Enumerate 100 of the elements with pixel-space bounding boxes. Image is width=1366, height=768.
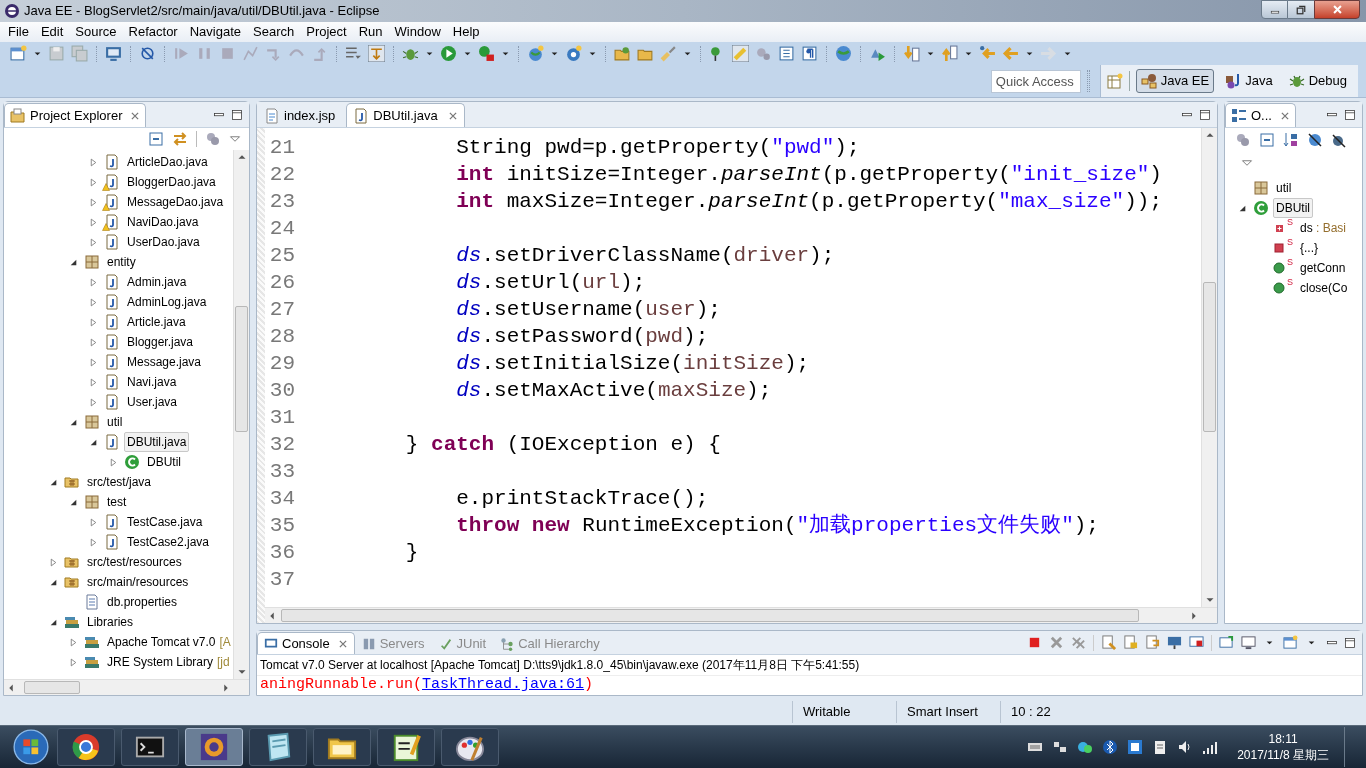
menu-item[interactable]: Window xyxy=(388,22,447,42)
globe-icon[interactable] xyxy=(835,45,852,62)
menu-item[interactable]: Navigate xyxy=(183,22,247,42)
close-button[interactable] xyxy=(1314,0,1360,19)
expand-arrow-icon[interactable] xyxy=(89,357,98,367)
expand-arrow-icon[interactable] xyxy=(89,537,98,547)
taskbar-app[interactable] xyxy=(57,728,115,766)
close-icon[interactable] xyxy=(1279,110,1290,121)
tree-item[interactable]: DBUtil.java xyxy=(124,432,190,452)
tree-item[interactable]: src/test/java xyxy=(84,472,155,492)
caret-icon[interactable] xyxy=(1025,49,1034,58)
caret-icon[interactable] xyxy=(926,49,935,58)
collapse-all-icon[interactable] xyxy=(148,131,164,147)
view-tab[interactable]: Console xyxy=(257,632,355,654)
scroll-thumb[interactable] xyxy=(1203,282,1216,432)
tree-item[interactable]: Message.java xyxy=(124,352,205,372)
globe-add-icon[interactable] xyxy=(527,45,544,62)
remove-icon[interactable] xyxy=(1049,635,1064,650)
taskbar-app[interactable] xyxy=(249,728,307,766)
expand-arrow-icon[interactable] xyxy=(69,657,78,667)
tree-item[interactable]: src/main/resources xyxy=(84,572,192,592)
tree-item[interactable]: {...} xyxy=(1297,238,1322,258)
bluetooth-icon[interactable] xyxy=(1102,739,1119,755)
close-icon[interactable] xyxy=(447,110,458,121)
tree-item[interactable]: Article.java xyxy=(124,312,189,332)
view-tab[interactable]: Project Explorer xyxy=(4,103,147,127)
tree-item[interactable]: db.properties xyxy=(104,592,181,612)
scroll-thumb[interactable] xyxy=(24,681,80,694)
scroll-thumb[interactable] xyxy=(235,306,248,432)
sort-icon[interactable] xyxy=(1283,132,1299,148)
expand-arrow-icon[interactable] xyxy=(69,637,78,647)
tree-item[interactable]: ArticleDao.java xyxy=(124,152,211,172)
toggle-icon[interactable] xyxy=(368,45,385,62)
open-perspective-icon[interactable] xyxy=(1106,73,1123,89)
collapse-all-icon[interactable] xyxy=(1259,132,1275,148)
maximize-icon[interactable] xyxy=(231,108,243,121)
view-tab[interactable]: O... xyxy=(1225,103,1296,127)
maximize-icon[interactable] xyxy=(1344,636,1356,649)
tree-item[interactable]: Admin.java xyxy=(124,272,190,292)
caret-icon[interactable] xyxy=(1265,638,1274,647)
run-icon[interactable] xyxy=(440,45,457,62)
tree-item[interactable]: entity xyxy=(104,252,139,272)
expand-arrow-icon[interactable] xyxy=(89,377,98,387)
expand-arrow-icon[interactable] xyxy=(109,457,118,467)
unlink-icon[interactable] xyxy=(139,45,156,62)
maximize-icon[interactable] xyxy=(1199,108,1211,121)
expand-arrow-icon[interactable] xyxy=(89,337,98,347)
perspective-button[interactable]: Java xyxy=(1220,69,1278,93)
tree-item[interactable]: AdminLog.java xyxy=(124,292,210,312)
display-console-icon[interactable] xyxy=(1189,635,1204,650)
caret-icon[interactable] xyxy=(463,49,472,58)
tree-item[interactable]: Apache Tomcat v7.0 xyxy=(104,632,219,652)
monitor-icon[interactable] xyxy=(1241,635,1256,650)
scroll-thumb[interactable] xyxy=(281,609,1139,622)
terminate-icon[interactable] xyxy=(1027,635,1042,650)
remove-all-icon[interactable] xyxy=(1071,635,1086,650)
expand-arrow-icon[interactable] xyxy=(89,237,98,247)
expand-arrow-icon[interactable] xyxy=(49,557,58,567)
tree-item[interactable]: TestCase2.java xyxy=(124,532,213,552)
caret-icon[interactable] xyxy=(550,49,559,58)
expand-arrow-icon[interactable] xyxy=(89,177,98,187)
clock-date[interactable]: 2017/11/8 星期三 xyxy=(1237,747,1329,763)
run-server-icon[interactable] xyxy=(478,45,495,62)
close-icon[interactable] xyxy=(130,110,141,121)
tree-item[interactable]: util xyxy=(1273,178,1295,198)
tree-item[interactable]: UserDao.java xyxy=(124,232,203,252)
restore-button[interactable] xyxy=(1288,0,1314,19)
perspective-button[interactable]: Java EE xyxy=(1135,69,1215,93)
expand-arrow-icon[interactable] xyxy=(89,297,98,307)
clear-console-icon[interactable] xyxy=(1101,635,1116,650)
scrollbar[interactable] xyxy=(265,607,1217,623)
taskbar-app[interactable] xyxy=(121,728,179,766)
tree-item[interactable]: ds : Basi xyxy=(1297,218,1350,238)
tree-item[interactable]: close(Co xyxy=(1297,278,1351,298)
menu-item[interactable]: Search xyxy=(247,22,301,42)
tree-item[interactable]: DBUtil xyxy=(144,452,184,472)
network-icon[interactable] xyxy=(1052,739,1069,755)
menu-item[interactable]: File xyxy=(2,22,35,42)
signal-icon[interactable] xyxy=(1202,739,1219,755)
menu-item[interactable]: Help xyxy=(446,22,486,42)
expand-arrow-icon[interactable] xyxy=(89,517,98,527)
menu-item[interactable]: Edit xyxy=(34,22,70,42)
expand-arrow-icon[interactable] xyxy=(89,197,98,207)
caret-icon[interactable] xyxy=(425,49,434,58)
view-menu-icon[interactable] xyxy=(229,133,241,145)
close-icon[interactable] xyxy=(337,638,348,649)
expand-arrow-icon[interactable] xyxy=(89,157,98,167)
taskbar-app[interactable] xyxy=(313,728,371,766)
scroll-lock-icon[interactable] xyxy=(1123,635,1138,650)
scrollbar[interactable] xyxy=(233,150,249,679)
menu-item[interactable]: Project xyxy=(300,22,353,42)
editor-tab[interactable]: DBUtil.java xyxy=(346,103,465,127)
expand-arrow-icon[interactable] xyxy=(89,317,98,327)
taskbar-app[interactable] xyxy=(377,728,435,766)
link-arrows-icon[interactable] xyxy=(172,131,188,147)
scrollbar[interactable] xyxy=(4,679,249,695)
caret-icon[interactable] xyxy=(1063,49,1072,58)
view-menu-icon[interactable] xyxy=(1241,157,1253,169)
taskbar-app[interactable] xyxy=(185,728,243,766)
tree-item[interactable]: test xyxy=(104,492,130,512)
